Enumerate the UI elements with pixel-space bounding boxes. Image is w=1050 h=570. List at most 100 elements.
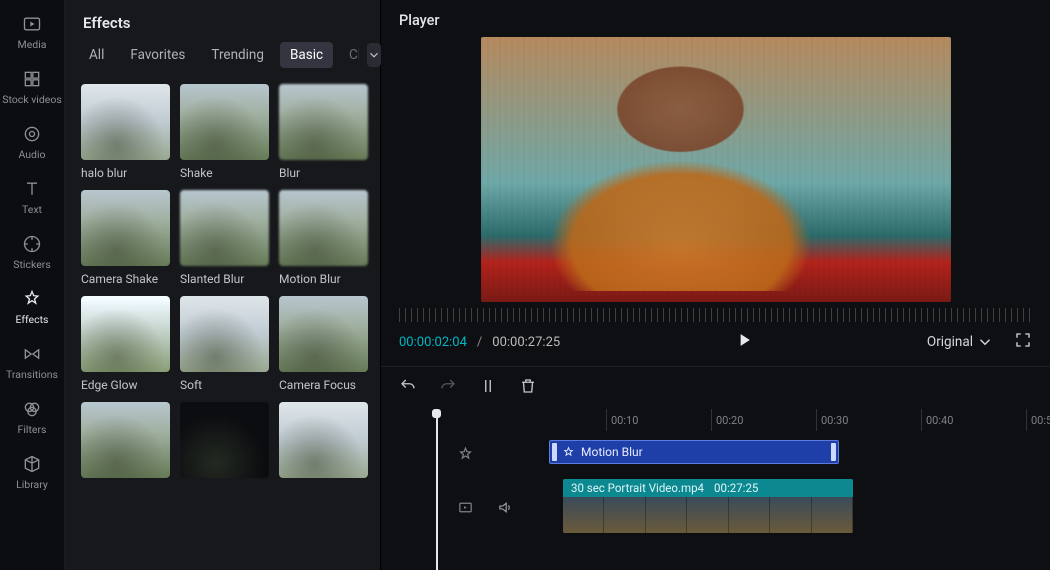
chevron-down-icon bbox=[976, 333, 994, 351]
effect-thumb[interactable]: Camera Shake bbox=[81, 190, 170, 286]
effect-thumb-image bbox=[81, 190, 170, 266]
effect-thumb-label: Edge Glow bbox=[81, 378, 170, 392]
effect-thumb-label: Blur bbox=[279, 166, 368, 180]
nav-filters[interactable]: Filters bbox=[18, 399, 47, 436]
effect-thumb[interactable] bbox=[279, 402, 368, 478]
tab-all[interactable]: All bbox=[79, 42, 114, 68]
effect-thumb[interactable]: halo blur bbox=[81, 84, 170, 180]
effect-thumb-label: Camera Focus bbox=[279, 378, 368, 392]
timeline-tick: 00:40 bbox=[921, 409, 922, 431]
effect-thumb-image bbox=[279, 296, 368, 372]
effect-thumb-image bbox=[81, 402, 170, 478]
nav-effects[interactable]: Effects bbox=[16, 289, 49, 326]
split-button[interactable] bbox=[479, 377, 497, 399]
timeline-tick-label: 00:40 bbox=[926, 414, 953, 427]
effect-thumb[interactable]: Blur bbox=[279, 84, 368, 180]
fx-track-row: Motion Blur bbox=[451, 437, 1050, 471]
nav-library[interactable]: Library bbox=[16, 454, 48, 491]
fx-clip-area[interactable]: Motion Blur bbox=[517, 437, 1050, 471]
tabs-more-dropdown[interactable] bbox=[367, 43, 381, 67]
tab-overflow[interactable]: Ch bbox=[339, 42, 359, 68]
timeline-tick: 00:20 bbox=[711, 409, 712, 431]
nav-media[interactable]: Media bbox=[18, 14, 47, 51]
nav-label: Filters bbox=[18, 423, 47, 436]
effect-thumb-image bbox=[180, 402, 269, 478]
video-clip-thumbs bbox=[563, 497, 853, 533]
effects-icon bbox=[457, 446, 474, 463]
effect-thumb[interactable]: Soft bbox=[180, 296, 269, 392]
redo-icon bbox=[439, 377, 457, 395]
nav-transitions[interactable]: Transitions bbox=[6, 344, 58, 381]
time-divider: / bbox=[477, 335, 482, 350]
chevron-down-icon bbox=[367, 48, 381, 62]
mute-button[interactable] bbox=[491, 499, 519, 516]
video-track-icon bbox=[457, 499, 474, 516]
filters-icon bbox=[22, 399, 42, 419]
nav-label: Effects bbox=[16, 313, 49, 326]
effects-tabs: All Favorites Trending Basic Ch bbox=[65, 42, 380, 80]
undo-icon bbox=[399, 377, 417, 395]
effect-thumb-label: Soft bbox=[180, 378, 269, 392]
fx-track-icon[interactable] bbox=[451, 446, 479, 463]
timeline-tracks: Motion Blur 30 sec Portrait Video.mp4 00… bbox=[451, 437, 1050, 535]
effect-thumb-label: Motion Blur bbox=[279, 272, 368, 286]
speaker-icon bbox=[497, 499, 514, 516]
effect-thumb-label: Camera Shake bbox=[81, 272, 170, 286]
timeline-scale[interactable]: 00:1000:2000:3000:4000:50 bbox=[501, 409, 1050, 431]
video-clip-area[interactable]: 30 sec Portrait Video.mp4 00:27:25 bbox=[531, 479, 1050, 535]
effect-thumb[interactable] bbox=[81, 402, 170, 478]
effect-thumb-image bbox=[81, 296, 170, 372]
delete-button[interactable] bbox=[519, 377, 537, 399]
nav-audio[interactable]: Audio bbox=[18, 124, 45, 161]
nav-stickers[interactable]: Stickers bbox=[13, 234, 50, 271]
timeline-tick: 00:50 bbox=[1026, 409, 1027, 431]
effects-icon bbox=[22, 289, 42, 309]
player-body bbox=[381, 37, 1050, 302]
nav-stock-videos[interactable]: Stock videos bbox=[2, 69, 62, 106]
transitions-icon bbox=[22, 344, 42, 364]
effect-thumb[interactable]: Slanted Blur bbox=[180, 190, 269, 286]
player-scrub-ruler[interactable] bbox=[399, 308, 1032, 322]
effect-thumb-image bbox=[279, 84, 368, 160]
tab-favorites[interactable]: Favorites bbox=[120, 42, 195, 68]
preview-video[interactable] bbox=[481, 37, 951, 302]
effect-thumb[interactable]: Motion Blur bbox=[279, 190, 368, 286]
video-clip[interactable]: 30 sec Portrait Video.mp4 00:27:25 bbox=[563, 479, 853, 533]
tab-basic[interactable]: Basic bbox=[280, 42, 333, 68]
effect-thumb[interactable]: Shake bbox=[180, 84, 269, 180]
stock-icon bbox=[22, 69, 42, 89]
effect-thumb-image bbox=[180, 190, 269, 266]
play-button[interactable] bbox=[734, 330, 754, 354]
fx-clip[interactable]: Motion Blur bbox=[549, 440, 839, 464]
effects-icon bbox=[562, 446, 575, 459]
effect-thumb[interactable]: Edge Glow bbox=[81, 296, 170, 392]
effects-panel: Effects All Favorites Trending Basic Ch … bbox=[65, 0, 381, 570]
tab-trending[interactable]: Trending bbox=[201, 42, 274, 68]
audio-icon bbox=[22, 124, 42, 144]
video-track-row: 30 sec Portrait Video.mp4 00:27:25 bbox=[451, 479, 1050, 535]
effect-thumb-image bbox=[180, 84, 269, 160]
player-size-dropdown[interactable]: Original bbox=[927, 333, 994, 351]
fullscreen-button[interactable] bbox=[1014, 331, 1032, 353]
effect-thumb[interactable]: Camera Focus bbox=[279, 296, 368, 392]
left-nav: Media Stock videos Audio Text Stickers E… bbox=[0, 0, 65, 570]
video-track-icon[interactable] bbox=[451, 499, 479, 516]
effect-thumb-label: Slanted Blur bbox=[180, 272, 269, 286]
nav-label: Audio bbox=[18, 148, 45, 161]
nav-label: Stock videos bbox=[2, 93, 62, 106]
time-current: 00:00:02:04 bbox=[399, 335, 467, 350]
timeline-tick: 00:10 bbox=[606, 409, 607, 431]
effect-thumb-label: halo blur bbox=[81, 166, 170, 180]
fx-clip-label: Motion Blur bbox=[581, 445, 643, 459]
panel-title: Effects bbox=[65, 0, 380, 42]
effects-grid[interactable]: halo blur Shake Blur Camera Shake Slanted Bl… bbox=[65, 80, 380, 570]
effect-thumb-image bbox=[279, 402, 368, 478]
effect-thumb[interactable] bbox=[180, 402, 269, 478]
timeline-tick-label: 00:20 bbox=[716, 414, 743, 427]
nav-text[interactable]: Text bbox=[22, 179, 42, 216]
timeline[interactable]: 00:1000:2000:3000:4000:50 Motion Blur bbox=[381, 409, 1050, 570]
trash-icon bbox=[519, 377, 537, 395]
play-icon bbox=[734, 330, 754, 350]
redo-button[interactable] bbox=[439, 377, 457, 399]
undo-button[interactable] bbox=[399, 377, 417, 399]
